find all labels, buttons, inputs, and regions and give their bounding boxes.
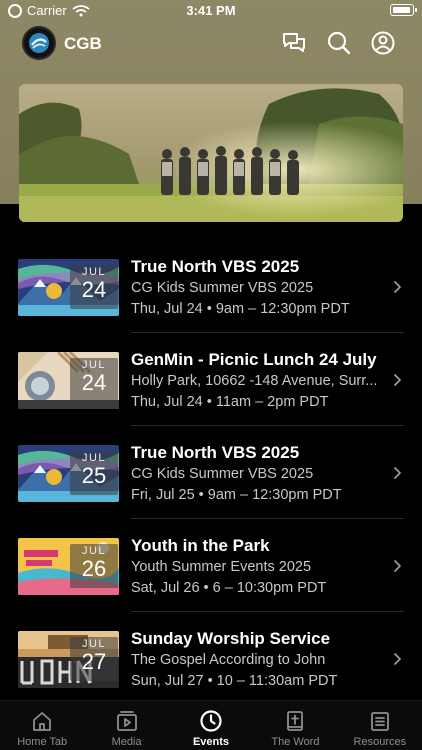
tab-label: Media (111, 736, 142, 748)
chevron-right-icon (394, 560, 401, 572)
event-time: Fri, Jul 25 • 9am – 12:30pm PDT (131, 487, 342, 503)
event-time: Sun, Jul 27 • 10 – 11:30am PDT (131, 673, 338, 689)
date-badge: JUL 24 (70, 358, 118, 402)
status-bar: Carrier 3:41 PM (0, 0, 422, 22)
app-name: CGB (64, 34, 102, 53)
event-title: Youth in the Park (131, 536, 270, 555)
event-row[interactable]: JUL 26 Youth in the Park Youth Summer Event… (0, 519, 422, 612)
event-row[interactable]: JUL 24 GenMin - Picnic Lunch 24 July Holly … (0, 333, 422, 426)
date-badge: JUL 27 (70, 637, 118, 681)
date-badge: JUL 26 (70, 544, 118, 588)
chevron-right-icon (394, 653, 401, 665)
event-time: Sat, Jul 26 • 6 – 10:30pm PDT (131, 580, 327, 596)
event-day: 27 (81, 649, 107, 674)
tab-the-word[interactable]: The Word (253, 701, 337, 750)
clock-icon (200, 710, 222, 732)
event-subtitle: CG Kids Summer VBS 2025 (131, 466, 314, 482)
chevron-right-icon (394, 281, 401, 293)
event-row[interactable]: JUL 27 Sunday Worship Service The Gospel Ac… (0, 612, 422, 705)
event-day: 24 (81, 370, 107, 395)
tab-media[interactable]: Media (84, 701, 168, 750)
banner-photo (19, 84, 403, 222)
tab-label: Resources (353, 736, 407, 748)
tab-events[interactable]: Events (169, 701, 253, 750)
event-time: Thu, Jul 24 • 9am – 12:30pm PDT (131, 301, 350, 317)
event-thumbnail: JUL 27 (18, 631, 119, 688)
event-day: 25 (81, 463, 107, 488)
tab-label: Home Tab (17, 736, 68, 748)
messages-icon[interactable] (281, 30, 307, 56)
logo-icon (29, 33, 49, 53)
event-thumbnail: JUL 25 (18, 445, 119, 502)
event-subtitle: CG Kids Summer VBS 2025 (131, 280, 314, 296)
event-subtitle: The Gospel According to John (131, 652, 326, 668)
event-title: True North VBS 2025 (131, 443, 300, 462)
tab-label: The Word (271, 736, 320, 748)
event-day: 24 (81, 277, 107, 302)
chevron-right-icon (394, 467, 401, 479)
search-icon[interactable] (326, 30, 352, 56)
tab-bar: Home Tab Media Events The Word Resources (0, 700, 422, 750)
status-time: 3:41 PM (186, 3, 236, 18)
event-day: 26 (81, 556, 107, 581)
event-thumbnail: JUL 26 (18, 538, 119, 595)
media-icon (116, 711, 137, 731)
event-thumbnail: JUL 24 (18, 259, 119, 316)
event-thumbnail: JUL 24 (18, 352, 119, 409)
event-title: True North VBS 2025 (131, 257, 300, 276)
chevron-right-icon (394, 374, 401, 386)
home-icon (33, 712, 52, 731)
hero-banner-image[interactable] (19, 84, 403, 222)
tab-home-tab[interactable]: Home Tab (0, 701, 84, 750)
event-subtitle: Youth Summer Events 2025 (131, 559, 312, 575)
app-header: CGB (0, 24, 422, 64)
event-title: GenMin - Picnic Lunch 24 July (131, 350, 377, 369)
church-logo[interactable] (22, 26, 56, 60)
date-badge: JUL 25 (70, 451, 118, 495)
tab-resources[interactable]: Resources (338, 701, 422, 750)
battery-icon (390, 4, 417, 16)
event-row[interactable]: JUL 25 True North VBS 2025 CG Kids Summer V… (0, 426, 422, 519)
event-time: Thu, Jul 24 • 11am – 2pm PDT (131, 394, 329, 410)
event-title: Sunday Worship Service (131, 629, 331, 648)
bible-icon (287, 711, 304, 731)
resources-icon (370, 712, 389, 731)
tab-label: Events (192, 736, 230, 748)
events-list: JUL 24 True North VBS 2025 CG Kids Summer V… (0, 240, 422, 705)
date-badge: JUL 24 (70, 265, 118, 309)
account-icon[interactable] (370, 30, 396, 56)
event-row[interactable]: JUL 24 True North VBS 2025 CG Kids Summer V… (0, 240, 422, 333)
event-subtitle: Holly Park, 10662 -148 Avenue, Surr... (131, 373, 378, 389)
